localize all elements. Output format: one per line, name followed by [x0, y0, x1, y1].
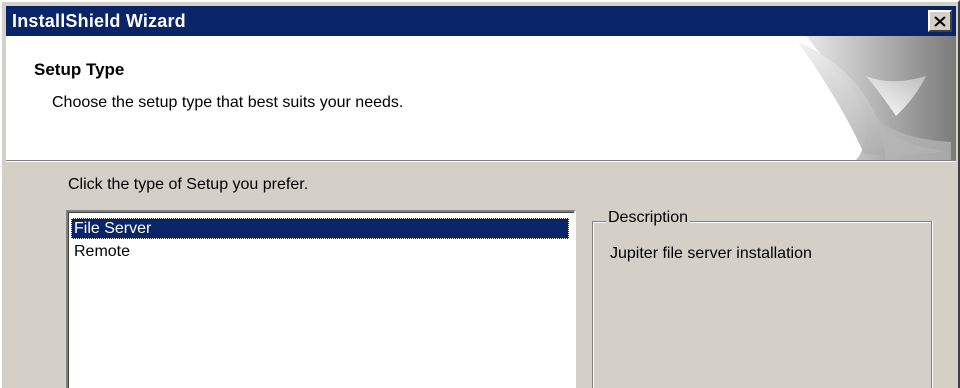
- title-bar[interactable]: InstallShield Wizard: [6, 6, 956, 36]
- setup-instruction: Click the type of Setup you prefer.: [68, 176, 309, 193]
- close-icon: [934, 15, 946, 27]
- close-button[interactable]: [928, 10, 952, 32]
- header-title: Setup Type: [34, 60, 125, 79]
- installshield-wizard-window: InstallShield Wizard Setup Type Choose t…: [0, 0, 960, 388]
- window-title: InstallShield Wizard: [12, 11, 186, 31]
- header-subtitle: Choose the setup type that best suits yo…: [52, 94, 404, 111]
- list-item-remote[interactable]: Remote: [71, 241, 569, 262]
- setup-type-list[interactable]: File Server Remote: [66, 210, 576, 388]
- wizard-header: Setup Type Choose the setup type that be…: [6, 36, 956, 160]
- description-text: Jupiter file server installation: [610, 245, 812, 262]
- list-item-file-server[interactable]: File Server: [71, 218, 569, 239]
- header-divider-highlight: [6, 161, 956, 162]
- description-legend: Description: [606, 209, 691, 227]
- page-curl-graphic: [798, 36, 956, 160]
